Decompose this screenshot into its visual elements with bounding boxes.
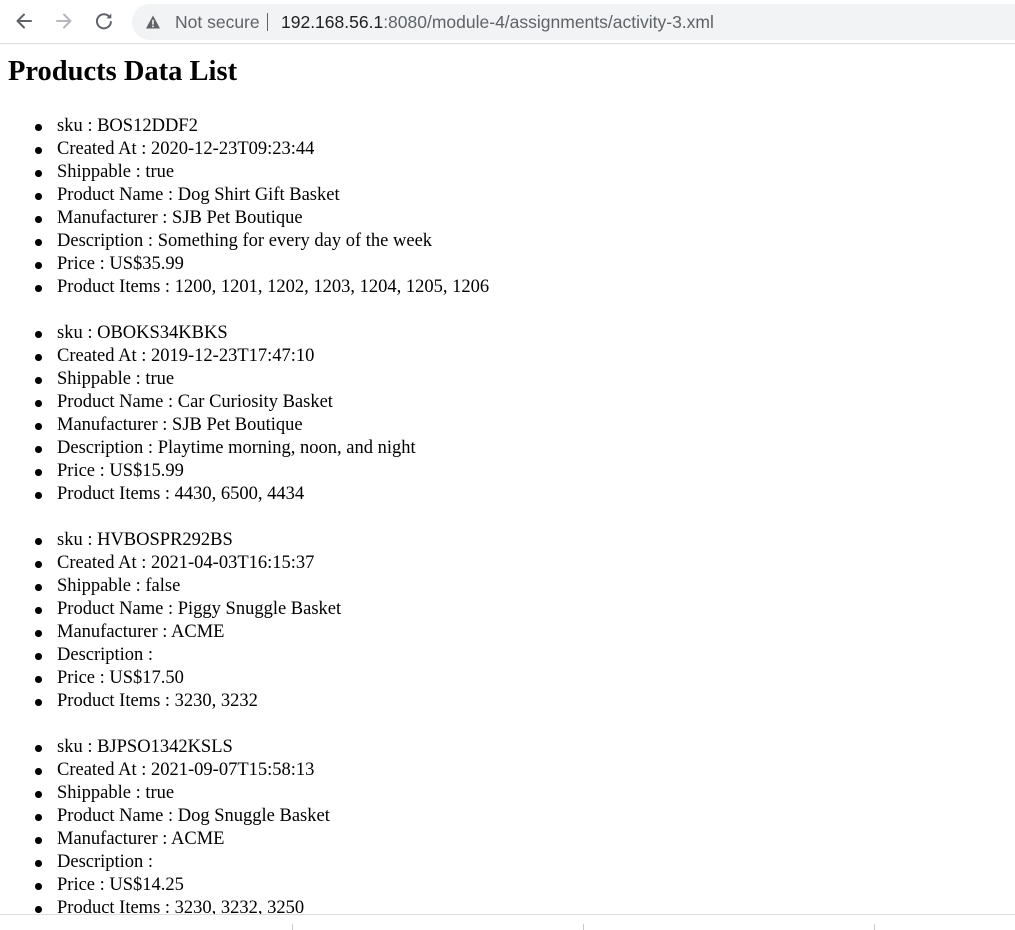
reload-icon bbox=[95, 13, 112, 30]
product-manufacturer: Manufacturer : SJB Pet Boutique bbox=[0, 414, 416, 437]
forward-button[interactable] bbox=[49, 6, 79, 36]
product-manufacturer: Manufacturer : ACME bbox=[0, 828, 330, 851]
product-list: sku : BJPSO1342KSLS Created At : 2021-09… bbox=[0, 736, 330, 914]
product-created-at: Created At : 2020-12-23T09:23:44 bbox=[0, 138, 489, 161]
security-status-label[interactable]: Not secure bbox=[175, 12, 260, 32]
product-created-at: Created At : 2021-09-07T15:58:13 bbox=[0, 759, 330, 782]
product-shippable: Shippable : true bbox=[0, 161, 489, 184]
product-manufacturer: Manufacturer : SJB Pet Boutique bbox=[0, 207, 489, 230]
product-sku: sku : BOS12DDF2 bbox=[0, 115, 489, 138]
url-path: :8080/module-4/assignments/activity-3.xm… bbox=[383, 12, 714, 32]
product-name: Product Name : Piggy Snuggle Basket bbox=[0, 598, 341, 621]
page-content: Products Data List sku : BOS12DDF2 Creat… bbox=[0, 45, 1015, 914]
bottom-bar-divider bbox=[583, 924, 584, 930]
page-title: Products Data List bbox=[8, 56, 238, 87]
product-sku: sku : BJPSO1342KSLS bbox=[0, 736, 330, 759]
product-name: Product Name : Dog Shirt Gift Basket bbox=[0, 184, 489, 207]
browser-toolbar: Not secure 192.168.56.1:8080/module-4/as… bbox=[0, 0, 1015, 44]
product-list: sku : BOS12DDF2 Created At : 2020-12-23T… bbox=[0, 115, 489, 299]
product-description: Description : Something for every day of… bbox=[0, 230, 489, 253]
product-name: Product Name : Car Curiosity Basket bbox=[0, 391, 416, 414]
product-items: Product Items : 3230, 3232 bbox=[0, 690, 341, 713]
product-description: Description : bbox=[0, 851, 330, 874]
product-shippable: Shippable : true bbox=[0, 782, 330, 805]
bottom-bar-divider bbox=[292, 924, 293, 930]
reload-button[interactable] bbox=[89, 6, 119, 36]
url-text[interactable]: 192.168.56.1:8080/module-4/assignments/a… bbox=[281, 12, 714, 32]
back-arrow-icon bbox=[16, 13, 32, 29]
product-created-at: Created At : 2019-12-23T17:47:10 bbox=[0, 345, 416, 368]
product-list: sku : HVBOSPR292BS Created At : 2021-04-… bbox=[0, 529, 341, 713]
bottom-bar bbox=[0, 914, 1015, 930]
address-bar[interactable]: Not secure 192.168.56.1:8080/module-4/as… bbox=[132, 4, 1015, 40]
product-items: Product Items : 4430, 6500, 4434 bbox=[0, 483, 416, 506]
product-price: Price : US$35.99 bbox=[0, 253, 489, 276]
product-description: Description : bbox=[0, 644, 341, 667]
product-created-at: Created At : 2021-04-03T16:15:37 bbox=[0, 552, 341, 575]
back-button[interactable] bbox=[9, 6, 39, 36]
product-sku: sku : OBOKS34KBKS bbox=[0, 322, 416, 345]
product-list: sku : OBOKS34KBKS Created At : 2019-12-2… bbox=[0, 322, 416, 506]
product-price: Price : US$15.99 bbox=[0, 460, 416, 483]
forward-arrow-icon bbox=[56, 13, 72, 29]
product-shippable: Shippable : true bbox=[0, 368, 416, 391]
product-price: Price : US$17.50 bbox=[0, 667, 341, 690]
product-name: Product Name : Dog Snuggle Basket bbox=[0, 805, 330, 828]
url-host: 192.168.56.1 bbox=[281, 12, 384, 32]
product-items: Product Items : 3230, 3232, 3250 bbox=[0, 897, 330, 914]
bottom-bar-divider bbox=[874, 924, 875, 930]
product-items: Product Items : 1200, 1201, 1202, 1203, … bbox=[0, 276, 489, 299]
address-bar-divider bbox=[267, 13, 268, 31]
product-description: Description : Playtime morning, noon, an… bbox=[0, 437, 416, 460]
product-sku: sku : HVBOSPR292BS bbox=[0, 529, 341, 552]
warning-triangle-icon bbox=[146, 15, 160, 29]
product-manufacturer: Manufacturer : ACME bbox=[0, 621, 341, 644]
product-shippable: Shippable : false bbox=[0, 575, 341, 598]
product-price: Price : US$14.25 bbox=[0, 874, 330, 897]
